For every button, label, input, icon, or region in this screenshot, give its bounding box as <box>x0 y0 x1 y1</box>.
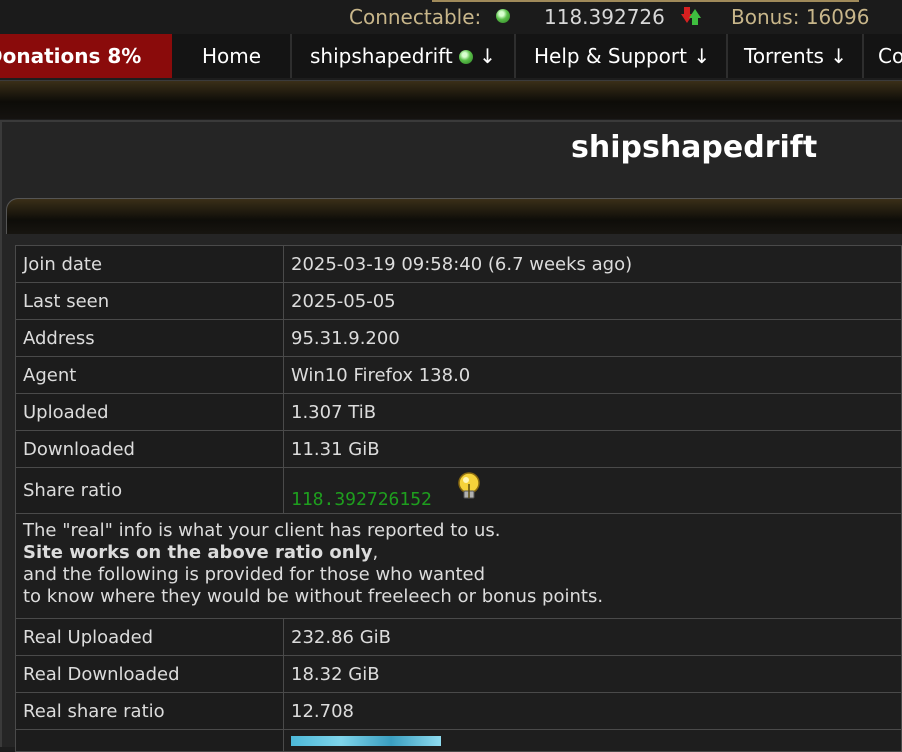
row-value: Win10 Firefox 138.0 <box>283 356 902 394</box>
online-status-icon <box>458 50 473 64</box>
header-band <box>0 80 902 119</box>
table-row: Real share ratio 12.708 <box>15 692 902 730</box>
table-row: Last seen 2025-05-05 <box>15 282 902 320</box>
info-line: The "real" info is what your client has … <box>23 520 501 541</box>
page-title: shipshapedrift <box>571 130 818 165</box>
row-label: Join date <box>15 245 284 283</box>
bonus-points[interactable]: Bonus: 16096 <box>731 5 869 29</box>
table-row: Real Uploaded 232.86 GiB <box>15 618 902 656</box>
row-value: 11.31 GiB <box>283 430 902 468</box>
nav-user-menu[interactable]: shipshapedrift ↓ <box>294 34 516 78</box>
row-value: 2025-03-19 09:58:40 (6.7 weeks ago) <box>283 245 902 283</box>
row-label: Address <box>15 319 284 357</box>
lightbulb-icon <box>457 471 480 498</box>
ratio-arrows-icon <box>681 7 701 25</box>
row-value: 95.31.9.200 <box>283 319 902 357</box>
table-row: Downloaded 11.31 GiB <box>15 430 902 468</box>
table-row: Real Downloaded 18.32 GiB <box>15 655 902 693</box>
info-text: The "real" info is what your client has … <box>15 513 902 619</box>
table-row: Address 95.31.9.200 <box>15 319 902 357</box>
main-nav: Donations 8% Home shipshapedrift ↓ Help … <box>0 34 902 78</box>
table-row: Agent Win10 Firefox 138.0 <box>15 356 902 394</box>
info-punct: , <box>372 542 379 563</box>
row-label: Agent <box>15 356 284 394</box>
row-label: Downloaded <box>15 430 284 468</box>
share-ratio-value: 118.392726152 <box>291 488 432 510</box>
row-label: Uploaded <box>15 393 284 431</box>
nav-home[interactable]: Home <box>174 34 292 78</box>
nav-help-support[interactable]: Help & Support ↓ <box>518 34 728 78</box>
share-ratio-cell: 118.392726152 <box>283 467 902 514</box>
connectable-label: Connectable: <box>349 5 482 29</box>
table-row <box>15 729 902 752</box>
row-label: Share ratio <box>15 467 284 514</box>
nav-more[interactable]: Co <box>864 34 902 78</box>
info-line-bold: Site works on the above ratio only <box>23 542 373 563</box>
row-value: 18.32 GiB <box>283 655 902 693</box>
row-value: 2025-05-05 <box>283 282 902 320</box>
status-bar: Connectable: 118.392726 Bonus: 16096 <box>0 0 902 34</box>
status-ratio[interactable]: 118.392726 <box>544 5 665 29</box>
row-label: Real Uploaded <box>15 618 284 656</box>
row-value: 232.86 GiB <box>283 618 902 656</box>
row-value: 1.307 TiB <box>283 393 902 431</box>
chevron-down-icon: ↓ <box>479 44 496 68</box>
profile-table: Join date 2025-03-19 09:58:40 (6.7 weeks… <box>15 245 902 752</box>
status-divider <box>432 0 859 2</box>
info-row: The "real" info is what your client has … <box>15 513 902 619</box>
nav-user-label: shipshapedrift <box>310 44 453 68</box>
nav-donations[interactable]: Donations 8% <box>0 34 172 78</box>
info-line: and the following is provided for those … <box>23 564 486 585</box>
content-band <box>6 198 902 234</box>
connectable-icon <box>496 9 510 23</box>
row-label: Last seen <box>15 282 284 320</box>
row-value <box>283 729 902 752</box>
table-row: Join date 2025-03-19 09:58:40 (6.7 weeks… <box>15 245 902 283</box>
share-ratio-row: Share ratio 118.392726152 <box>15 467 902 514</box>
table-row: Uploaded 1.307 TiB <box>15 393 902 431</box>
ratio-image <box>291 736 441 746</box>
row-label: Real share ratio <box>15 692 284 730</box>
info-line: to know where they would be without free… <box>23 586 604 607</box>
row-label <box>15 729 284 752</box>
nav-torrents[interactable]: Torrents ↓ <box>728 34 864 78</box>
row-value: 12.708 <box>283 692 902 730</box>
row-label: Real Downloaded <box>15 655 284 693</box>
